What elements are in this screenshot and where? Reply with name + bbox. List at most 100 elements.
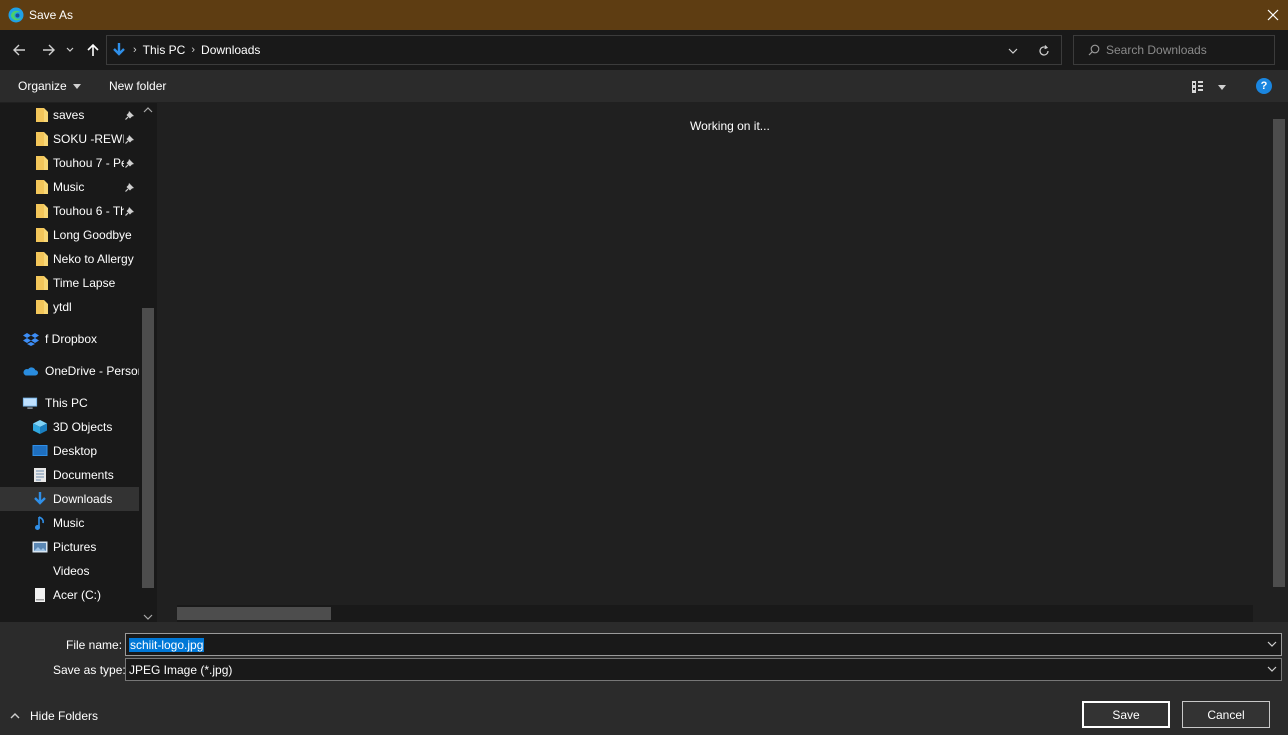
file-list-vertical-scrollbar[interactable] — [1271, 103, 1288, 605]
navigation-bar: › This PC › Downloads — [0, 30, 1288, 70]
cancel-button[interactable]: Cancel — [1182, 701, 1270, 728]
sidebar-item-label: 3D Objects — [53, 420, 113, 434]
hide-folders-button[interactable]: Hide Folders — [10, 709, 98, 723]
file-list-area[interactable]: Working on it... — [157, 103, 1288, 622]
hide-folders-label: Hide Folders — [30, 709, 99, 723]
sidebar-item-this-pc[interactable]: This PC — [0, 391, 139, 415]
scrollbar-thumb[interactable] — [177, 607, 331, 620]
address-history-button[interactable] — [1005, 43, 1021, 59]
search-input[interactable] — [1106, 43, 1266, 57]
sidebar-item-label: Time Lapse — [53, 276, 116, 290]
save-as-type-select[interactable]: JPEG Image (*.jpg) — [125, 658, 1282, 681]
file-name-input[interactable]: schiit-logo.jpg — [129, 637, 205, 652]
scrollbar-thumb[interactable] — [1273, 119, 1285, 587]
sidebar-item-quick-access[interactable]: Touhou 6 - Th — [0, 199, 139, 223]
sidebar-item-label: Pictures — [53, 540, 97, 554]
computer-icon — [22, 395, 38, 411]
forward-button[interactable] — [38, 39, 60, 61]
arrow-left-icon — [13, 44, 25, 56]
change-view-button[interactable] — [1190, 77, 1226, 97]
scrollbar-thumb[interactable] — [142, 308, 154, 588]
desktop-icon — [32, 443, 48, 459]
sidebar-item-label: ytdl — [53, 300, 72, 314]
up-button[interactable] — [82, 39, 104, 61]
sidebar-item-quick-access[interactable]: Music — [0, 175, 139, 199]
folder-icon — [36, 204, 48, 218]
loading-status-text: Working on it... — [690, 119, 770, 133]
drive-icon — [32, 587, 48, 603]
pin-icon — [124, 205, 136, 217]
sidebar-item-pc[interactable]: Desktop — [0, 439, 139, 463]
sidebar-item-pc[interactable]: 3D Objects — [0, 415, 139, 439]
save-as-type-label: Save as type: — [53, 663, 126, 677]
sidebar-item-dropbox[interactable]: f Dropbox — [0, 327, 139, 351]
sidebar-item-label: Music — [53, 180, 85, 194]
navigation-pane-scrollbar[interactable] — [140, 103, 157, 622]
file-name-dropdown-button[interactable] — [1266, 638, 1278, 650]
sidebar-item-quick-access[interactable]: Long Goodbye — [0, 223, 139, 247]
sidebar-item-label: Touhou 7 - Pe — [53, 156, 124, 170]
breadcrumb-this-pc[interactable]: This PC — [143, 43, 186, 57]
sidebar-item-pc[interactable]: Pictures — [0, 535, 139, 559]
caret-down-icon — [72, 83, 81, 89]
sidebar-item-label: Acer (C:) — [53, 588, 101, 602]
onedrive-icon — [22, 363, 38, 379]
close-icon — [1267, 9, 1279, 21]
sidebar-item-onedrive[interactable]: OneDrive - Person — [0, 359, 139, 383]
file-name-combobox[interactable]: schiit-logo.jpg — [125, 633, 1282, 656]
file-name-label: File name: — [66, 638, 123, 652]
scroll-up-icon[interactable] — [143, 107, 153, 113]
dropbox-icon — [23, 333, 39, 346]
window-title: Save As — [29, 8, 74, 22]
folder-icon — [36, 276, 48, 290]
sidebar-item-pc[interactable]: Videos — [0, 559, 139, 583]
sidebar-item-quick-access[interactable]: saves — [0, 103, 139, 127]
organize-menu-button[interactable]: Organize — [18, 79, 81, 93]
folder-icon — [36, 300, 48, 314]
sidebar-item-label: Touhou 6 - Th — [53, 204, 124, 218]
back-button[interactable] — [8, 39, 30, 61]
music-note-icon — [32, 515, 48, 531]
sidebar-item-quick-access[interactable]: Time Lapse — [0, 271, 139, 295]
pin-icon — [124, 133, 136, 145]
documents-icon — [34, 468, 46, 482]
cube-icon — [32, 419, 48, 435]
sidebar-item-quick-access[interactable]: Touhou 7 - Pe — [0, 151, 139, 175]
save-button[interactable]: Save — [1082, 701, 1170, 728]
address-bar[interactable]: › This PC › Downloads — [106, 35, 1062, 65]
sidebar-item-label: Videos — [53, 564, 90, 578]
file-list-horizontal-scrollbar[interactable] — [177, 605, 1253, 622]
sidebar-item-pc[interactable]: Acer (C:) — [0, 583, 139, 607]
computer-icon — [22, 397, 38, 409]
folder-icon — [36, 252, 48, 266]
edge-browser-icon — [8, 7, 24, 23]
refresh-button[interactable] — [1035, 42, 1053, 60]
save-as-type-dropdown-button[interactable] — [1266, 663, 1278, 675]
sidebar-item-label: Music — [53, 516, 85, 530]
sidebar-item-quick-access[interactable]: ytdl — [0, 295, 139, 319]
pin-icon — [124, 109, 136, 121]
close-window-button[interactable] — [1258, 0, 1288, 30]
sidebar-item-quick-access[interactable]: Neko to Allergy — [0, 247, 139, 271]
new-folder-button[interactable]: New folder — [109, 79, 166, 93]
sidebar-item-quick-access[interactable]: SOKU -REWIF — [0, 127, 139, 151]
search-icon — [1088, 44, 1100, 56]
sidebar-item-label: Desktop — [53, 444, 98, 458]
recent-locations-button[interactable] — [62, 39, 78, 61]
download-arrow-icon — [32, 491, 48, 507]
sidebar-item-pc[interactable]: Music — [0, 511, 139, 535]
help-button[interactable]: ? — [1256, 78, 1272, 94]
pin-icon — [124, 181, 136, 193]
sidebar-item-pc[interactable]: Downloads — [0, 487, 139, 511]
breadcrumb-downloads[interactable]: Downloads — [201, 43, 260, 57]
sidebar-item-pc[interactable]: Documents — [0, 463, 139, 487]
scroll-down-icon[interactable] — [143, 614, 153, 620]
organize-label: Organize — [18, 79, 67, 93]
folder-icon — [34, 299, 50, 315]
folder-icon — [36, 228, 48, 242]
navigation-pane: saves SOKU -REWIF Touhou 7 - Pe Music Touhou… — [0, 103, 157, 622]
sidebar-item-label: Long Goodbye — [53, 228, 132, 242]
pin-icon — [125, 111, 134, 120]
search-box[interactable] — [1073, 35, 1275, 65]
sidebar-item-label: Downloads — [53, 492, 113, 506]
